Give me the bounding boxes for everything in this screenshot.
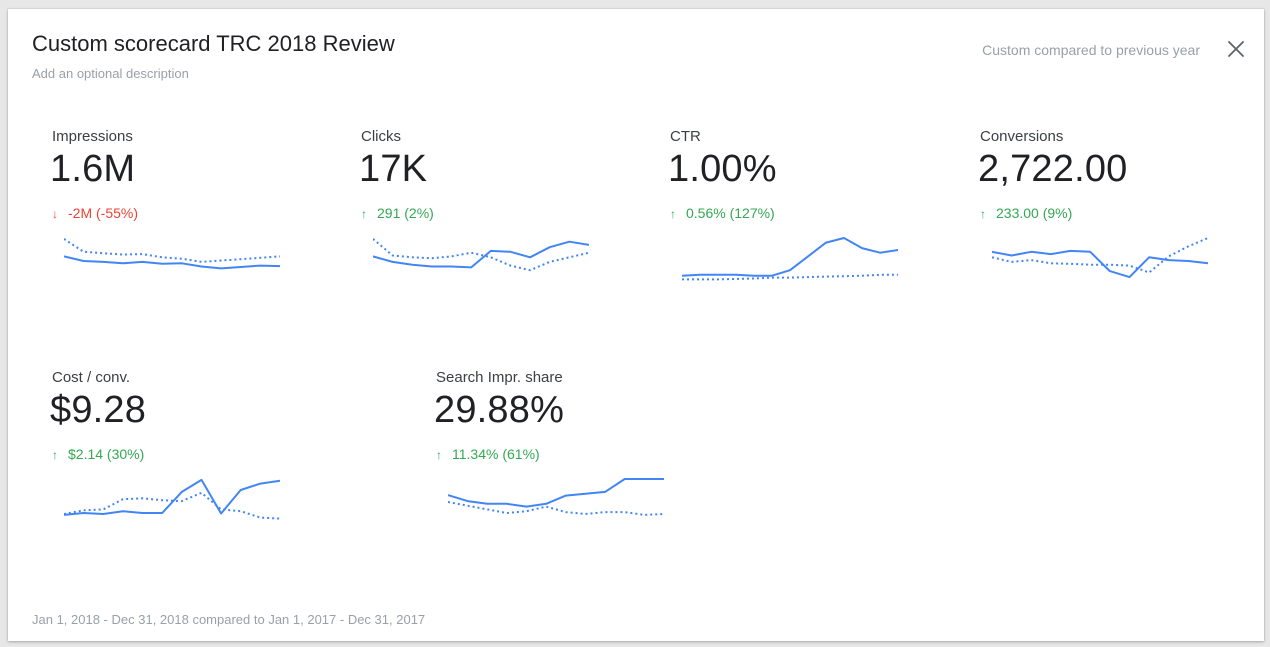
previous-period-line <box>64 238 280 263</box>
change-text: $2.14 (30%) <box>68 446 145 462</box>
metric-value: $9.28 <box>50 389 147 431</box>
metric-label: CTR <box>670 128 701 145</box>
metric-label: Impressions <box>52 128 133 145</box>
metric-change: ↑ 0.56% (127%) <box>670 205 775 221</box>
arrow-up-icon: ↑ <box>670 207 676 221</box>
previous-period-line <box>373 238 589 272</box>
metric-change: ↓ -2M (-55%) <box>52 205 138 221</box>
metric-label: Clicks <box>361 128 401 145</box>
previous-period-line <box>992 237 1208 274</box>
change-text: 233.00 (9%) <box>996 205 1073 221</box>
change-text: -2M (-55%) <box>68 205 139 221</box>
metric-change: ↑ 233.00 (9%) <box>980 205 1072 221</box>
current-period-line <box>64 478 280 516</box>
metric-label: Search Impr. share <box>436 369 563 386</box>
arrow-up-icon: ↑ <box>436 448 442 462</box>
close-button[interactable] <box>1222 35 1250 63</box>
previous-period-line <box>64 491 280 520</box>
close-icon <box>1228 41 1244 57</box>
metric-change: ↑ 11.34% (61%) <box>436 446 540 462</box>
metric-value: 1.00% <box>668 148 777 190</box>
change-text: 291 (2%) <box>377 205 434 221</box>
compare-range-label[interactable]: Custom compared to previous year <box>982 42 1200 58</box>
metric-value: 29.88% <box>434 389 565 431</box>
current-period-line <box>992 249 1208 279</box>
description-field[interactable]: Add an optional description <box>32 66 189 81</box>
metric-value: 17K <box>359 148 428 190</box>
date-range-footer: Jan 1, 2018 - Dec 31, 2018 compared to J… <box>32 612 426 627</box>
metric-label: Cost / conv. <box>52 369 131 386</box>
sparkline <box>64 238 280 270</box>
metric-clicks[interactable]: Clicks 17K ↑ 291 (2%) <box>359 128 601 328</box>
metric-ctr[interactable]: CTR 1.00% ↑ 0.56% (127%) <box>668 128 910 328</box>
metric-search-impr-share[interactable]: Search Impr. share 29.88% ↑ 11.34% (61%) <box>434 369 676 569</box>
arrow-up-icon: ↑ <box>361 207 367 221</box>
arrow-up-icon: ↑ <box>980 207 986 221</box>
sparkline <box>448 478 664 516</box>
metric-label: Conversions <box>980 128 1064 145</box>
metric-impressions[interactable]: Impressions 1.6M ↓ -2M (-55%) <box>50 128 292 328</box>
metric-change: ↑ $2.14 (30%) <box>52 446 144 462</box>
scorecard-card: Custom scorecard TRC 2018 Review Add an … <box>8 9 1264 641</box>
metric-cost-per-conv[interactable]: Cost / conv. $9.28 ↑ $2.14 (30%) <box>50 369 292 569</box>
arrow-up-icon: ↑ <box>52 448 58 462</box>
sparkline <box>64 478 280 520</box>
scorecard-title[interactable]: Custom scorecard TRC 2018 Review <box>32 31 395 57</box>
current-period-line <box>448 478 664 508</box>
metric-change: ↑ 291 (2%) <box>361 205 434 221</box>
sparkline <box>682 237 898 281</box>
change-text: 0.56% (127%) <box>686 205 775 221</box>
current-period-line <box>64 255 280 270</box>
metric-value: 1.6M <box>50 148 136 190</box>
sparkline <box>992 237 1208 279</box>
metric-value: 2,722.00 <box>978 148 1128 190</box>
arrow-down-icon: ↓ <box>52 207 58 221</box>
sparkline <box>373 238 589 272</box>
current-period-line <box>682 237 898 277</box>
metric-conversions[interactable]: Conversions 2,722.00 ↑ 233.00 (9%) <box>978 128 1220 328</box>
previous-period-line <box>448 501 664 516</box>
current-period-line <box>373 240 589 269</box>
change-text: 11.34% (61%) <box>452 446 540 462</box>
